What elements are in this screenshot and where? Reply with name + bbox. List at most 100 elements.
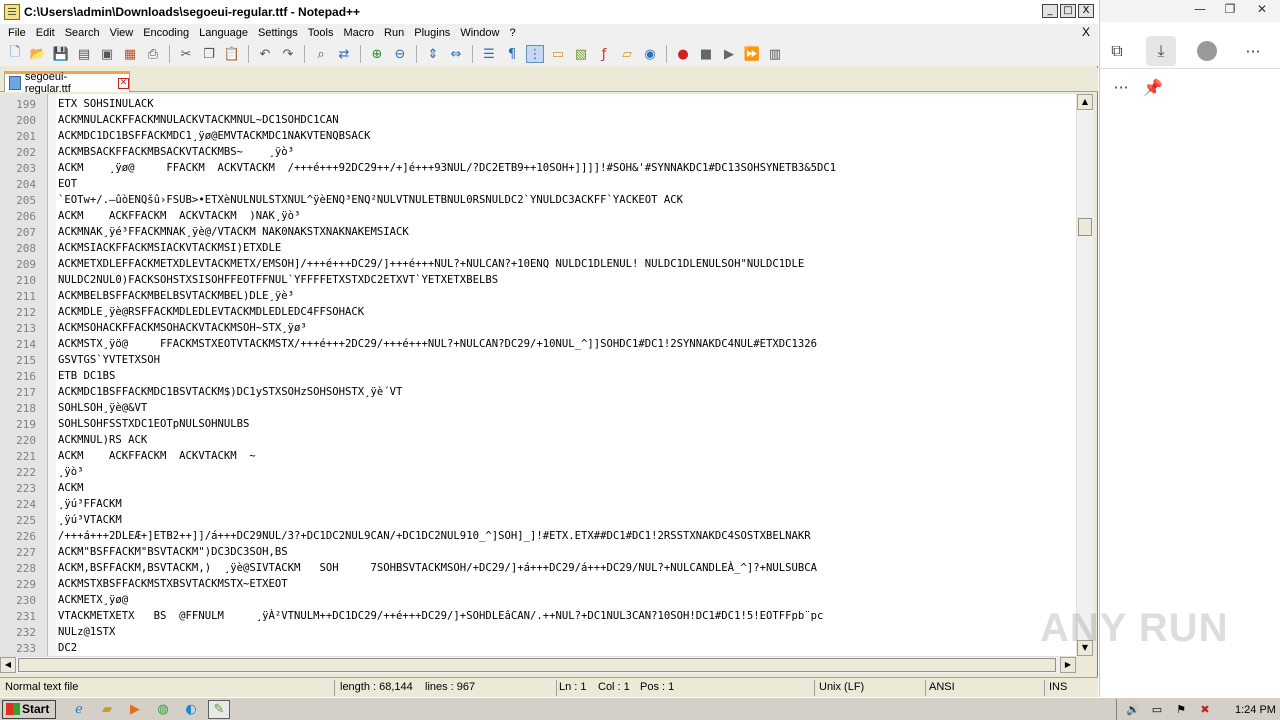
menu-file[interactable]: File <box>0 27 31 39</box>
editor-line[interactable]: 210 NULDC2NUL0)FACKSOHSTXSISOHFFEOTFFNUL`… <box>0 272 498 288</box>
zoom-in-icon[interactable]: ⊕ <box>368 45 386 63</box>
editor-line[interactable]: 216 ETB DC1BS <box>0 368 115 384</box>
monitoring-icon[interactable]: ◉ <box>641 45 659 63</box>
maximize-button[interactable]: □ <box>1060 4 1076 18</box>
editor-line[interactable]: 208 ACKMSIACKFFACKMSIACKVTACKMSI)ETXDLE <box>0 240 281 256</box>
menu-help[interactable]: ? <box>504 27 520 39</box>
file-explorer-icon[interactable]: ▰ <box>96 700 118 719</box>
editor-line[interactable]: 226 /+++á+++2DLEÆ+]ETB2++]]/á+++DC29NUL/3… <box>0 528 810 544</box>
record-macro-icon[interactable]: ● <box>674 45 692 63</box>
horizontal-scroll-thumb[interactable] <box>18 658 1056 672</box>
close-button[interactable]: X <box>1078 4 1094 18</box>
editor-line[interactable]: 217 ACKMDC1BSFFACKMDC1BSVTACKM$)DC1ySTXSO… <box>0 384 402 400</box>
folder-workspace-icon[interactable]: ▱ <box>618 45 636 63</box>
editor-line[interactable]: 220 ACKMNUL)RS ACK <box>0 432 147 448</box>
editor-line[interactable]: 214 ACKMSTX¸ÿö@ FFACKMSTXEOTVTACKMSTX/+++… <box>0 336 817 352</box>
save-icon[interactable]: 💾 <box>52 45 70 63</box>
menu-macro[interactable]: Macro <box>338 27 379 39</box>
settings-more-button[interactable]: ··· <box>1238 36 1268 66</box>
horizontal-scrollbar[interactable]: ◀ ▶ <box>0 656 1076 673</box>
menu-view[interactable]: View <box>105 27 139 39</box>
editor-line[interactable]: 207 ACKMNAK¸ÿé³FFACKMNAK¸ÿè@/VTACKM NAK0N… <box>0 224 409 240</box>
profile-avatar[interactable] <box>1192 36 1222 66</box>
editor-line[interactable]: 206 ACKM ACKFFACKM ACKVTACKM )NAK¸ÿò³ <box>0 208 300 224</box>
internet-explorer-icon[interactable]: ℯ <box>68 700 90 719</box>
edge-icon[interactable]: ◐ <box>180 700 202 719</box>
editor-line[interactable]: 232 NULz@1STX <box>0 624 115 640</box>
menu-settings[interactable]: Settings <box>253 27 303 39</box>
paste-icon[interactable]: 📋 <box>223 45 241 63</box>
editor-line[interactable]: 203 ACKM ¸ÿø@ FFACKM ACKVTACKM /+++é+++92… <box>0 160 836 176</box>
run-macro-multiple-icon[interactable]: ⏩ <box>743 45 761 63</box>
editor-line[interactable]: 204 EOT <box>0 176 77 192</box>
vertical-scroll-thumb[interactable] <box>1078 218 1092 236</box>
undo-icon[interactable]: ↶ <box>256 45 274 63</box>
editor-line[interactable]: 212 ACKMDLE¸ÿè@RSFFACKMDLEDLEVTACKMDLEDLE… <box>0 304 364 320</box>
browser-close-button[interactable]: ✕ <box>1248 2 1276 18</box>
taskbar-clock[interactable]: 1:24 PM <box>1235 704 1276 716</box>
save-macro-icon[interactable]: ▥ <box>766 45 784 63</box>
browser-title-bar[interactable]: — ❐ ✕ <box>1100 0 1280 22</box>
title-bar[interactable]: C:\Users\admin\Downloads\segoeui-regular… <box>0 0 1098 24</box>
open-file-icon[interactable]: 📂 <box>29 45 47 63</box>
volume-icon[interactable]: 🔊 <box>1125 703 1141 717</box>
doc-map-icon[interactable]: ▧ <box>572 45 590 63</box>
vertical-scrollbar[interactable]: ▲ ▼ <box>1076 94 1093 656</box>
editor-line[interactable]: 225 ¸ÿú³VTACKM <box>0 512 122 528</box>
editor-line[interactable]: 215 GSVTGS`YVTETXSOH <box>0 352 160 368</box>
close-icon[interactable]: ▣ <box>98 45 116 63</box>
sync-horizontal-icon[interactable]: ⇔ <box>447 45 465 63</box>
editor-line[interactable]: 231 VTACKMETXETX BS @FFNULM ¸ÿÀ²VTNULM++D… <box>0 608 823 624</box>
udl-icon[interactable]: ▭ <box>549 45 567 63</box>
close-document-button[interactable]: X <box>1082 25 1090 39</box>
close-all-icon[interactable]: ▦ <box>121 45 139 63</box>
editor-line[interactable]: 218 SOHLSOH¸ÿè@&VT <box>0 400 147 416</box>
find-icon[interactable]: ⌕ <box>312 45 330 63</box>
menu-language[interactable]: Language <box>194 27 253 39</box>
browser-minimize-button[interactable]: — <box>1186 2 1214 18</box>
menu-plugins[interactable]: Plugins <box>409 27 455 39</box>
text-editor[interactable]: 199 ETX SOHSINULACK 200 ACKMNULACKFFACKMNUL… <box>0 94 1076 656</box>
cut-icon[interactable]: ✂ <box>177 45 195 63</box>
tab-close-icon[interactable]: ✕ <box>118 77 129 89</box>
editor-line[interactable]: 209 ACKMETXDLEFFACKMETXDLEVTACKMETX/EMSOH… <box>0 256 804 272</box>
browser-restore-button[interactable]: ❐ <box>1216 2 1244 18</box>
editor-line[interactable]: 229 ACKMSTXBSFFACKMSTXBSVTACKMSTX~ETXEOT <box>0 576 287 592</box>
scroll-left-icon[interactable]: ◀ <box>0 657 16 673</box>
editor-line[interactable]: 228 ACKM,BSFFACKM,BSVTACKM,) ¸ÿè@SIVTACKM… <box>0 560 817 576</box>
editor-line[interactable]: 233 DC2 <box>0 640 77 656</box>
collections-icon[interactable]: ⧉ <box>1102 36 1132 66</box>
new-file-icon[interactable]: 🗋 <box>6 45 24 63</box>
word-wrap-icon[interactable]: ☰ <box>480 45 498 63</box>
menu-run[interactable]: Run <box>379 27 409 39</box>
editor-line[interactable]: 230 ACKMETX¸ÿø@ <box>0 592 128 608</box>
editor-line[interactable]: 202 ACKMBSACKFFACKMBSACKVTACKMBS~ ¸ÿò³ <box>0 144 294 160</box>
copy-icon[interactable]: ❐ <box>200 45 218 63</box>
chrome-icon[interactable]: ◍ <box>152 700 174 719</box>
editor-line[interactable]: 223 ACKM <box>0 480 83 496</box>
zoom-out-icon[interactable]: ⊖ <box>391 45 409 63</box>
show-all-chars-icon[interactable]: ¶ <box>503 45 521 63</box>
editor-line[interactable]: 211 ACKMBELBSFFACKMBELBSVTACKMBEL)DLE¸ÿè³ <box>0 288 294 304</box>
more-options-button[interactable]: ··· <box>1106 73 1136 103</box>
save-all-icon[interactable]: ▤ <box>75 45 93 63</box>
play-macro-icon[interactable]: ▶ <box>720 45 738 63</box>
notepadpp-taskbar-icon[interactable]: ✎ <box>208 699 230 719</box>
menu-encoding[interactable]: Encoding <box>138 27 194 39</box>
scroll-right-icon[interactable]: ▶ <box>1060 657 1076 673</box>
action-center-icon[interactable]: ⚑ <box>1173 703 1189 717</box>
editor-line[interactable]: 222 ¸ÿò³ <box>0 464 83 480</box>
stop-macro-icon[interactable]: ■ <box>697 45 715 63</box>
editor-line[interactable]: 224 ¸ÿú³FFACKM <box>0 496 122 512</box>
start-button[interactable]: Start <box>2 699 56 719</box>
menu-search[interactable]: Search <box>60 27 105 39</box>
editor-line[interactable]: 199 ETX SOHSINULACK <box>0 96 154 112</box>
editor-line[interactable]: 205 `EOTw+/.—ûòENQšû›FSUB>•ETXèNULNULSTXN… <box>0 192 683 208</box>
editor-line[interactable]: 221 ACKM ACKFFACKM ACKVTACKM ~ <box>0 448 256 464</box>
sync-vertical-icon[interactable]: ⇕ <box>424 45 442 63</box>
minimize-button[interactable]: _ <box>1042 4 1058 18</box>
editor-line[interactable]: 213 ACKMSOHACKFFACKMSOHACKVTACKMSOH~STX¸ÿ… <box>0 320 307 336</box>
network-icon[interactable]: ▭ <box>1149 703 1165 717</box>
downloads-icon[interactable]: ⤓ <box>1146 36 1176 66</box>
menu-tools[interactable]: Tools <box>303 27 339 39</box>
